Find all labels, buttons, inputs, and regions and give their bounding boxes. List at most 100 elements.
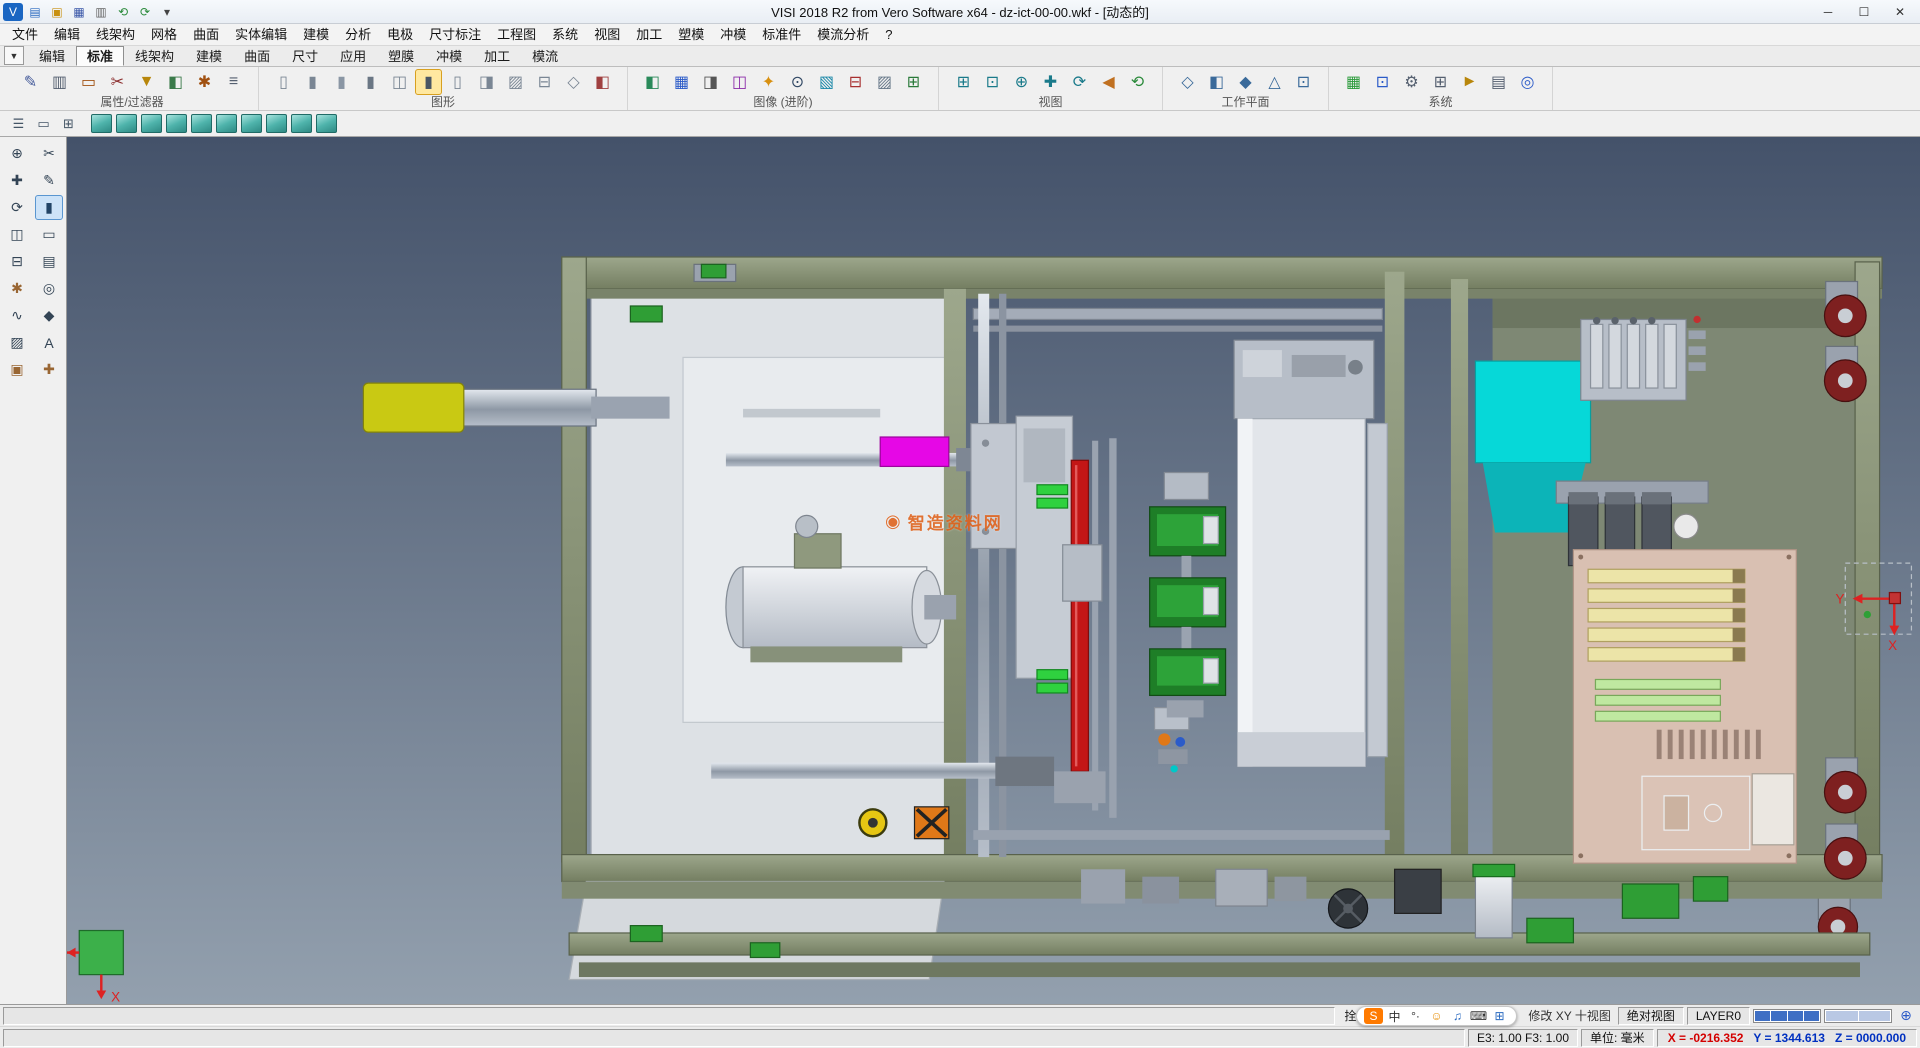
rotate-icon[interactable]: ⟳ xyxy=(3,195,31,220)
menu-electrode[interactable]: 电极 xyxy=(379,24,421,46)
calculator-icon[interactable]: ▤ xyxy=(1485,69,1512,95)
menu-flow-analysis[interactable]: 模流分析 xyxy=(809,24,877,46)
menu-analysis[interactable]: 分析 xyxy=(337,24,379,46)
printer-icon[interactable]: ▥ xyxy=(46,69,73,95)
hatch-icon[interactable]: ▨ xyxy=(3,330,31,355)
tab-flow[interactable]: 模流 xyxy=(521,46,569,66)
sogou-logo-icon[interactable]: S xyxy=(1364,1008,1383,1024)
menu-mesh[interactable]: 网格 xyxy=(143,24,185,46)
gouraud-shade-icon[interactable]: ▮ xyxy=(357,69,384,95)
rotate-view-icon[interactable]: ⟳ xyxy=(1066,69,1093,95)
ime-mic-icon[interactable]: ♫ xyxy=(1448,1008,1467,1024)
top-view-cube[interactable] xyxy=(116,114,137,133)
menu-file[interactable]: 文件 xyxy=(4,24,46,46)
perspective-icon[interactable]: ◇ xyxy=(560,69,587,95)
undo-icon[interactable]: ⟲ xyxy=(113,3,133,21)
layer-filter-icon[interactable]: ≡ xyxy=(220,69,247,95)
clip-plane-icon[interactable]: ⊟ xyxy=(842,69,869,95)
filter-icon[interactable]: ▼ xyxy=(133,69,160,95)
selection-icon[interactable]: ► xyxy=(1456,69,1483,95)
3d-viewport[interactable]: X Y X ◉ 智造资料网 xyxy=(67,137,1920,1004)
viewport-layout-icon[interactable]: ☰ xyxy=(7,113,30,135)
wireframe-icon[interactable]: ▯ xyxy=(270,69,297,95)
units-indicator[interactable]: 单位: 毫米 xyxy=(1581,1029,1654,1047)
color-palette-icon[interactable]: ▦ xyxy=(1340,69,1367,95)
layers-icon[interactable]: ▤ xyxy=(35,249,63,274)
curve-icon[interactable]: ∿ xyxy=(3,303,31,328)
ime-keyboard-icon[interactable]: ⌨ xyxy=(1469,1008,1488,1024)
open-file-icon[interactable]: ▣ xyxy=(47,3,67,21)
globe-icon[interactable]: ⊕ xyxy=(1895,1007,1917,1024)
solid-view-icon[interactable]: ▮ xyxy=(35,195,63,220)
menu-modeling[interactable]: 建模 xyxy=(295,24,337,46)
menu-standard-parts[interactable]: 标准件 xyxy=(754,24,809,46)
tab-modeling[interactable]: 建模 xyxy=(185,46,233,66)
menu-solid-edit[interactable]: 实体编辑 xyxy=(227,24,295,46)
iso-right-view-cube[interactable] xyxy=(291,114,312,133)
zoom-all-icon[interactable]: ⊞ xyxy=(950,69,977,95)
measure-icon[interactable]: ◎ xyxy=(35,276,63,301)
ime-emoji-icon[interactable]: ☺ xyxy=(1427,1008,1446,1024)
workplane-icon[interactable]: ◇ xyxy=(1174,69,1201,95)
tab-bar-dropdown-icon[interactable]: ▼ xyxy=(4,46,24,65)
workplane-3points-icon[interactable]: △ xyxy=(1261,69,1288,95)
shaded-edges-icon[interactable]: ▮ xyxy=(415,69,442,95)
tab-mold[interactable]: 塑膜 xyxy=(377,46,425,66)
menu-help[interactable]: ? xyxy=(877,24,900,46)
dynamic-view-cube[interactable] xyxy=(316,114,337,133)
menu-wireframe[interactable]: 线架构 xyxy=(88,24,143,46)
menu-die[interactable]: 冲模 xyxy=(712,24,754,46)
ucs-icon[interactable]: ✚ xyxy=(35,357,63,382)
repaint-icon[interactable]: ⟲ xyxy=(1124,69,1151,95)
axonometric-view-cube[interactable] xyxy=(91,114,112,133)
redo-icon[interactable]: ⟳ xyxy=(135,3,155,21)
single-viewport-icon[interactable]: ▭ xyxy=(32,113,55,135)
pan-icon[interactable]: ✚ xyxy=(1037,69,1064,95)
menu-dimensioning[interactable]: 尺寸标注 xyxy=(421,24,489,46)
minimize-button[interactable]: ─ xyxy=(1810,1,1846,23)
tab-wireframe[interactable]: 线架构 xyxy=(124,46,185,66)
maximize-button[interactable]: ☐ xyxy=(1846,1,1882,23)
quick-access-dropdown-icon[interactable]: ▾ xyxy=(157,3,177,21)
print-icon[interactable]: ▥ xyxy=(91,3,111,21)
mirror-icon[interactable]: ◫ xyxy=(3,222,31,247)
entity-attributes-icon[interactable]: ✱ xyxy=(3,276,31,301)
right-view-cube[interactable] xyxy=(241,114,262,133)
snapshot-icon[interactable]: ⊞ xyxy=(900,69,927,95)
iso-left-view-cube[interactable] xyxy=(266,114,287,133)
system-settings-icon[interactable]: ⚙ xyxy=(1398,69,1425,95)
system-info-icon[interactable]: ◎ xyxy=(1514,69,1541,95)
layer-indicator[interactable]: LAYER0 xyxy=(1687,1007,1750,1025)
ime-toolbox-icon[interactable]: ⊞ xyxy=(1490,1008,1509,1024)
section-view-icon[interactable]: ⊟ xyxy=(531,69,558,95)
close-button[interactable]: ✕ xyxy=(1882,1,1918,23)
eraser-icon[interactable]: ▭ xyxy=(75,69,102,95)
offset-icon[interactable]: ▭ xyxy=(35,222,63,247)
tab-dimension[interactable]: 尺寸 xyxy=(281,46,329,66)
zoom-in-icon[interactable]: ⊕ xyxy=(1008,69,1035,95)
menu-drafting[interactable]: 工程图 xyxy=(489,24,544,46)
view-mode-indicator[interactable]: 绝对视图 xyxy=(1618,1007,1684,1025)
save-icon[interactable]: ▦ xyxy=(69,3,89,21)
background-icon[interactable]: ▧ xyxy=(813,69,840,95)
menu-edit[interactable]: 编辑 xyxy=(46,24,88,46)
material-icon[interactable]: ▦ xyxy=(668,69,695,95)
menu-view[interactable]: 视图 xyxy=(586,24,628,46)
tab-die[interactable]: 冲模 xyxy=(425,46,473,66)
bottom-view-cube[interactable] xyxy=(141,114,162,133)
grid-snap-icon[interactable]: ⊞ xyxy=(1427,69,1454,95)
menu-machining[interactable]: 加工 xyxy=(628,24,670,46)
dimension-icon[interactable]: ⊟ xyxy=(3,249,31,274)
menu-mold[interactable]: 塑模 xyxy=(670,24,712,46)
new-file-icon[interactable]: ▤ xyxy=(25,3,45,21)
tab-machining[interactable]: 加工 xyxy=(473,46,521,66)
screen-config-icon[interactable]: ⊡ xyxy=(1369,69,1396,95)
sketch-icon[interactable]: ✎ xyxy=(35,168,63,193)
menu-surface[interactable]: 曲面 xyxy=(185,24,227,46)
shaded-wire-icon[interactable]: ◫ xyxy=(386,69,413,95)
left-view-cube[interactable] xyxy=(216,114,237,133)
advanced-render-icon[interactable]: ◧ xyxy=(639,69,666,95)
antialias-icon[interactable]: ▨ xyxy=(871,69,898,95)
tab-standard[interactable]: 标准 xyxy=(76,46,124,66)
grid-viewport-icon[interactable]: ⊞ xyxy=(57,113,80,135)
